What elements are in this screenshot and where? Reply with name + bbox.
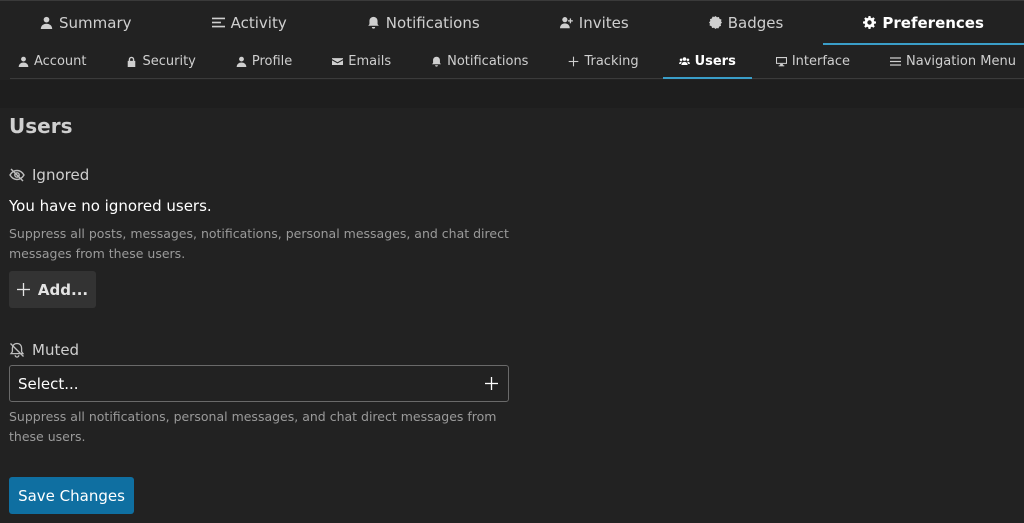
nav-preferences-label: Preferences [882,13,984,32]
user-icon [236,56,247,67]
envelope-icon [332,57,344,65]
eye-slash-icon [9,168,25,182]
subnav-users-label: Users [694,53,736,69]
lock-icon [128,56,136,67]
user-icon [40,16,53,29]
subnav-security-label: Security [142,53,196,69]
user-plus-icon [559,17,573,29]
subnav-profile[interactable]: Profile [228,44,300,78]
subnav-profile-label: Profile [251,53,293,69]
subnav-account[interactable]: Account [10,44,95,78]
nav-preferences[interactable]: Preferences [823,2,1024,45]
nav-activity[interactable]: Activity [192,2,307,44]
save-changes-button[interactable]: Save Changes [9,477,134,514]
nav-summary-label: Summary [59,13,132,32]
nav-badges[interactable]: Badges [689,2,804,44]
muted-label-text: Muted [32,341,80,359]
gear-icon [863,16,877,29]
nav-summary[interactable]: Summary [20,2,152,44]
ignored-section-label: Ignored [9,166,89,184]
user-icon [18,56,29,67]
ignored-label-text: Ignored [32,166,90,184]
subnav-tracking[interactable]: Tracking [560,44,646,78]
plus-icon [569,56,579,66]
bell-icon [368,16,379,29]
badge-icon [708,16,722,29]
users-icon [678,56,690,65]
nav-invites-label: Invites [578,13,629,32]
plus-icon[interactable] [485,377,498,390]
bars-icon [890,56,901,66]
no-ignored-users-text: You have no ignored users. [9,197,212,215]
primary-nav: Summary Activity Notifications Invites B… [0,0,1024,45]
subnav-navigation-menu[interactable]: Navigation Menu [882,44,1024,78]
page-title: Users [9,114,73,138]
bell-slash-icon [9,342,25,358]
subnav-notifications[interactable]: Notifications [423,44,536,78]
preferences-subnav: Account Security Profile Emails Notifica… [10,44,1024,79]
subnav-security[interactable]: Security [118,44,203,78]
subnav-emails[interactable]: Emails [324,44,399,78]
nav-badges-label: Badges [727,13,784,32]
content-header-band [0,80,1024,108]
subnav-account-label: Account [34,53,87,69]
nav-notifications[interactable]: Notifications [347,2,500,44]
subnav-tracking-label: Tracking [584,53,639,69]
desktop-icon [775,56,787,66]
muted-help-text: Suppress all notifications, personal mes… [9,409,497,444]
muted-section-label: Muted [9,341,79,359]
muted-select-placeholder: Select... [18,374,79,393]
subnav-emails-label: Emails [348,53,392,69]
add-ignored-user-button[interactable]: Add... [9,271,96,308]
add-button-label: Add... [37,280,89,299]
ignored-help-text: Suppress all posts, messages, notificati… [9,226,509,261]
bell-icon [432,56,442,67]
muted-users-select[interactable]: Select... [9,365,509,402]
list-icon [211,17,225,28]
nav-invites[interactable]: Invites [540,2,649,44]
subnav-notifications-label: Notifications [447,53,529,69]
plus-icon [16,283,30,296]
subnav-interface-label: Interface [791,53,851,69]
nav-activity-label: Activity [230,13,287,32]
subnav-navigation-menu-label: Navigation Menu [906,53,1016,69]
nav-notifications-label: Notifications [385,13,480,32]
subnav-interface[interactable]: Interface [768,44,858,78]
subnav-users[interactable]: Users [662,44,753,79]
preferences-page: Summary Activity Notifications Invites B… [0,0,1024,523]
